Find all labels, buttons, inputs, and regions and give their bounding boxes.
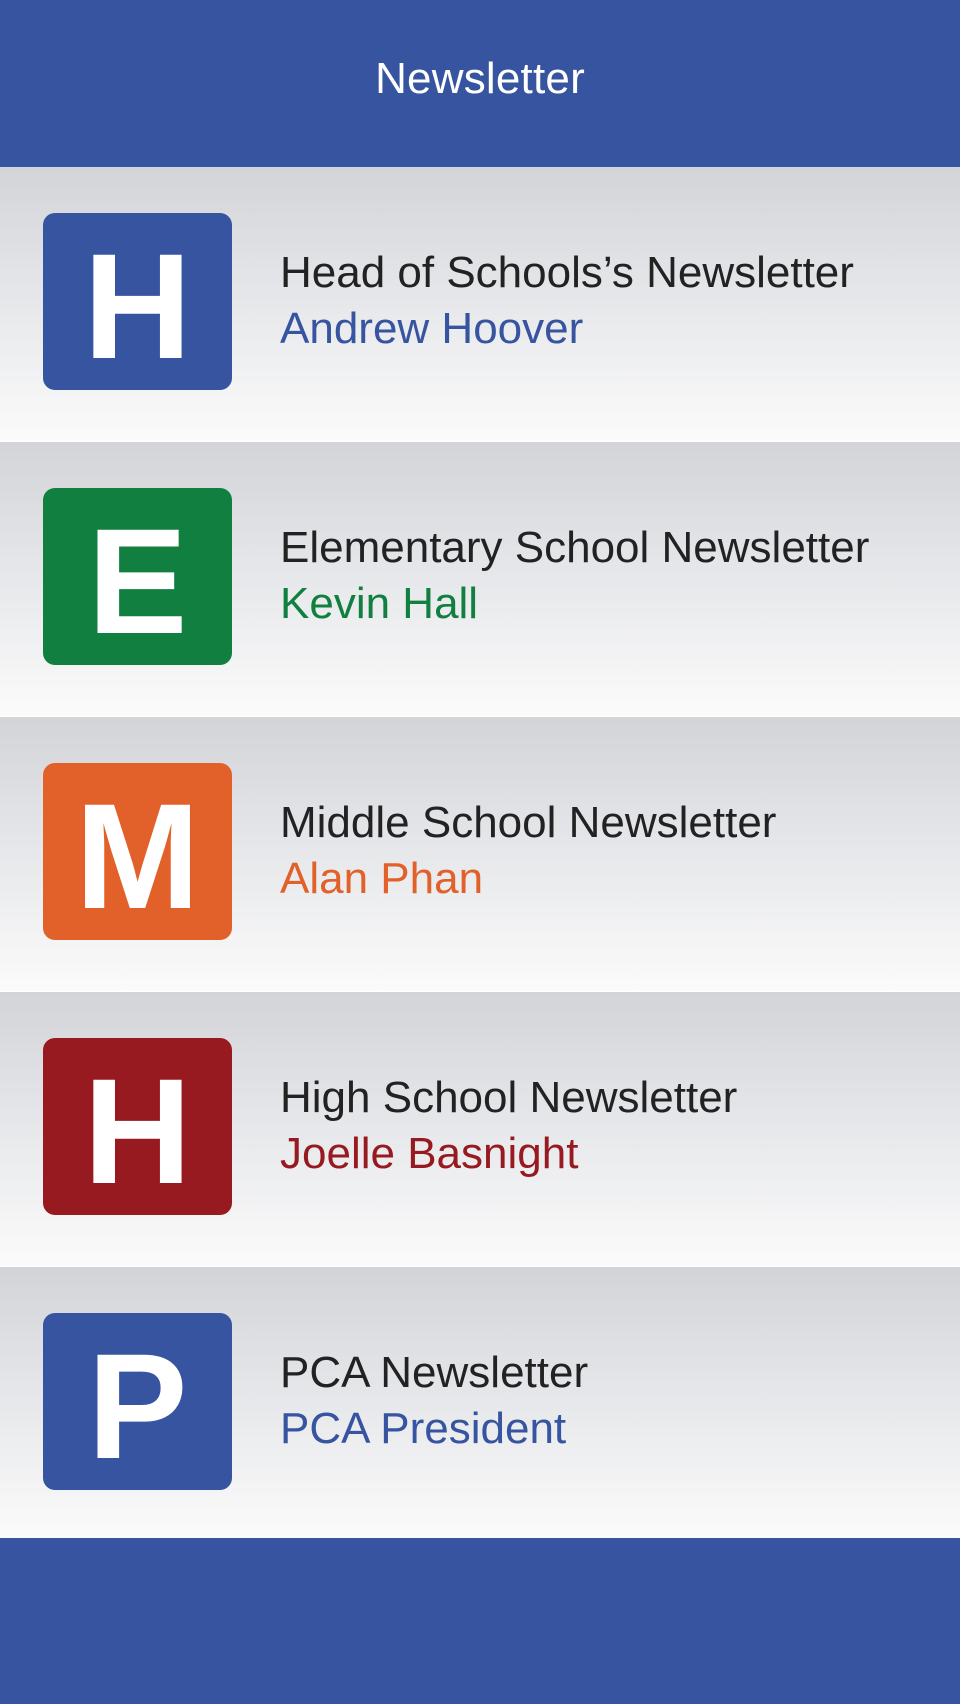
badge-letter: M <box>75 771 200 940</box>
badge-letter: E <box>87 496 188 665</box>
newsletter-item-text: PCA Newsletter PCA President <box>280 1345 588 1457</box>
newsletter-item-middle-school[interactable]: M Middle School Newsletter Alan Phan <box>0 717 960 992</box>
letter-m-badge-icon: M <box>43 763 232 940</box>
badge-letter: H <box>83 221 192 390</box>
app-header: Newsletter <box>0 0 960 167</box>
newsletter-title: Elementary School Newsletter <box>280 523 870 572</box>
newsletter-item-elementary-school[interactable]: E Elementary School Newsletter Kevin Hal… <box>0 442 960 717</box>
newsletter-author: Alan Phan <box>280 854 484 903</box>
newsletter-list: H Head of Schools’s Newsletter Andrew Ho… <box>0 167 960 1538</box>
page-title: Newsletter <box>375 53 585 103</box>
newsletter-item-high-school[interactable]: H High School Newsletter Joelle Basnight <box>0 992 960 1267</box>
newsletter-title: PCA Newsletter <box>280 1348 589 1397</box>
letter-p-badge-icon: P <box>43 1313 232 1490</box>
newsletter-title: Head of Schools’s Newsletter <box>280 248 854 297</box>
newsletter-author: Joelle Basnight <box>280 1129 579 1178</box>
newsletter-item-pca[interactable]: P PCA Newsletter PCA President <box>0 1267 960 1538</box>
newsletter-author: Kevin Hall <box>280 579 479 628</box>
newsletter-item-text: Head of Schools’s Newsletter Andrew Hoov… <box>280 245 854 357</box>
app-footer <box>0 1538 960 1704</box>
letter-h-badge-icon: H <box>43 213 232 390</box>
newsletter-item-text: Middle School Newsletter Alan Phan <box>280 795 776 907</box>
letter-e-badge-icon: E <box>43 488 232 665</box>
newsletter-author: PCA President <box>280 1404 567 1453</box>
newsletter-item-text: High School Newsletter Joelle Basnight <box>280 1070 737 1182</box>
badge-letter: H <box>83 1046 192 1215</box>
newsletter-app: Newsletter H Head of Schools’s Newslette… <box>0 0 960 1704</box>
newsletter-title: Middle School Newsletter <box>280 798 777 847</box>
badge-letter: P <box>87 1321 188 1490</box>
newsletter-item-head-of-schools[interactable]: H Head of Schools’s Newsletter Andrew Ho… <box>0 167 960 442</box>
newsletter-item-text: Elementary School Newsletter Kevin Hall <box>280 520 869 632</box>
letter-h-badge-icon: H <box>43 1038 232 1215</box>
newsletter-title: High School Newsletter <box>280 1073 738 1122</box>
newsletter-author: Andrew Hoover <box>280 304 584 353</box>
